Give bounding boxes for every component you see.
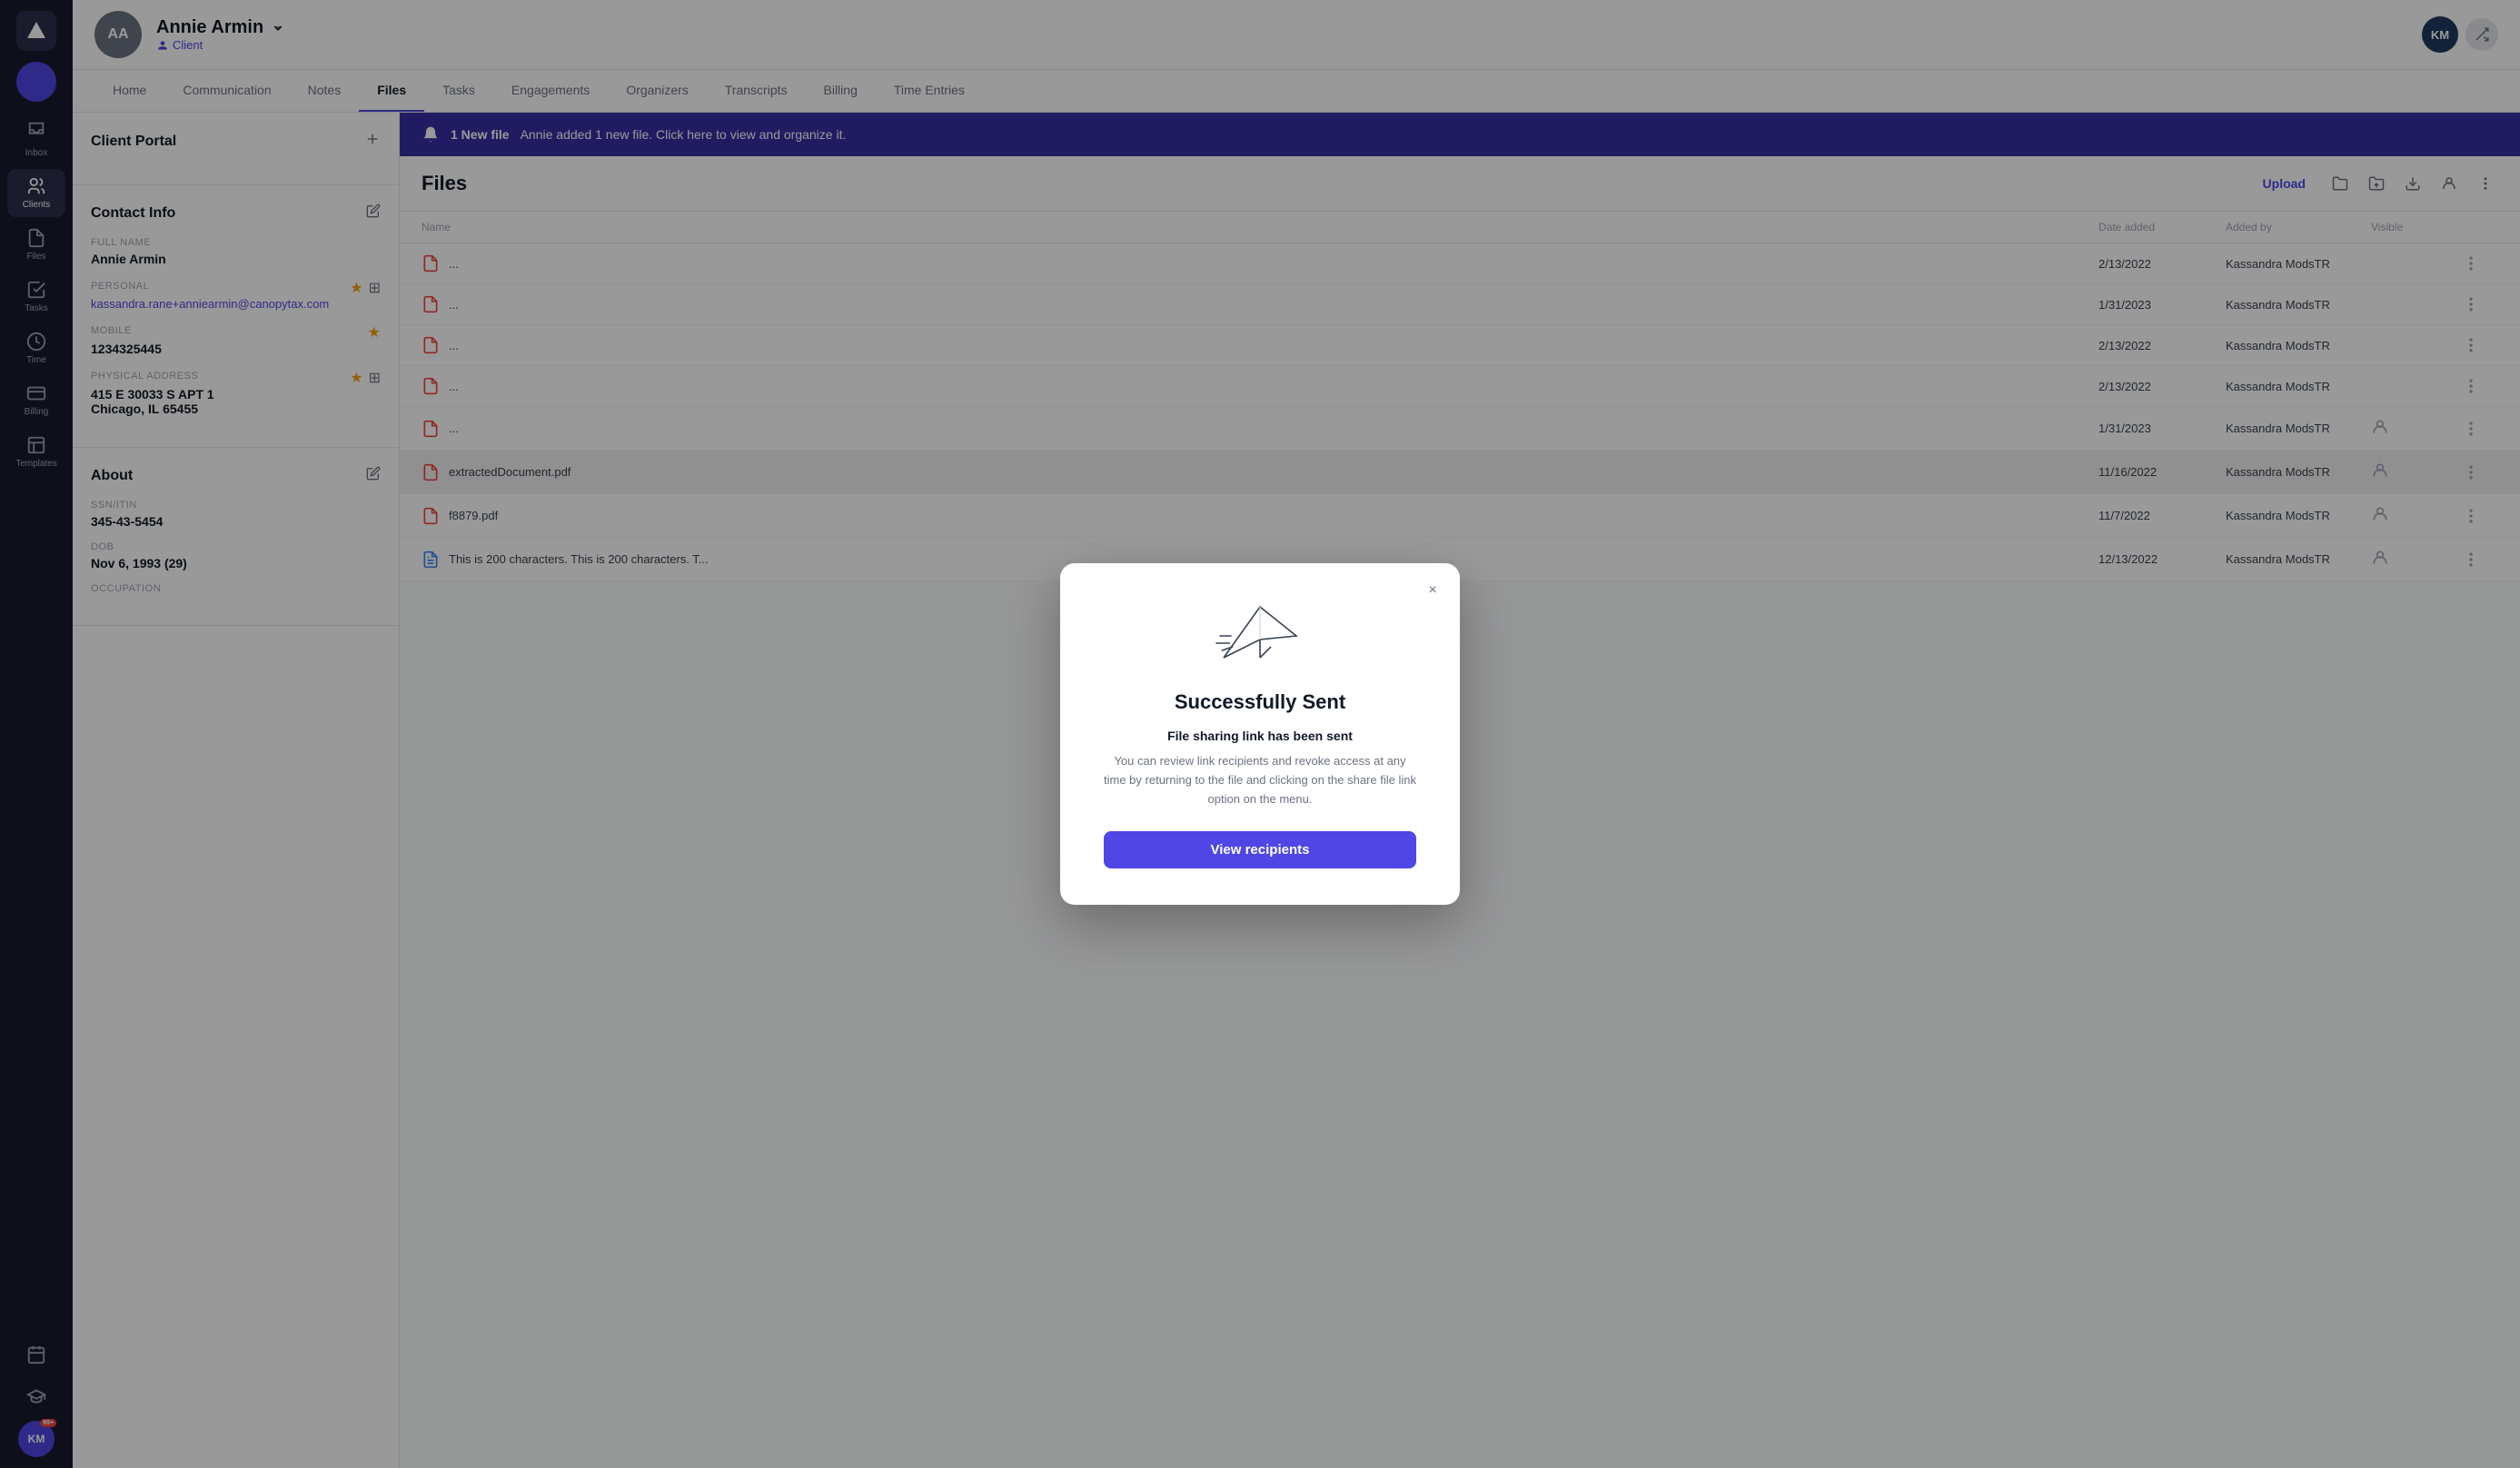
modal-close-button[interactable]: × [1420,578,1445,603]
modal-subtitle: File sharing link has been sent [1104,729,1416,743]
view-recipients-button[interactable]: View recipients [1104,831,1416,868]
success-modal: × Successfully Sent File sharing link ha… [1060,563,1460,904]
modal-overlay[interactable]: × Successfully Sent File sharing link ha… [0,0,2520,1468]
paper-plane-icon [1215,600,1305,672]
modal-body: You can review link recipients and revok… [1104,752,1416,808]
modal-title: Successfully Sent [1104,690,1416,714]
